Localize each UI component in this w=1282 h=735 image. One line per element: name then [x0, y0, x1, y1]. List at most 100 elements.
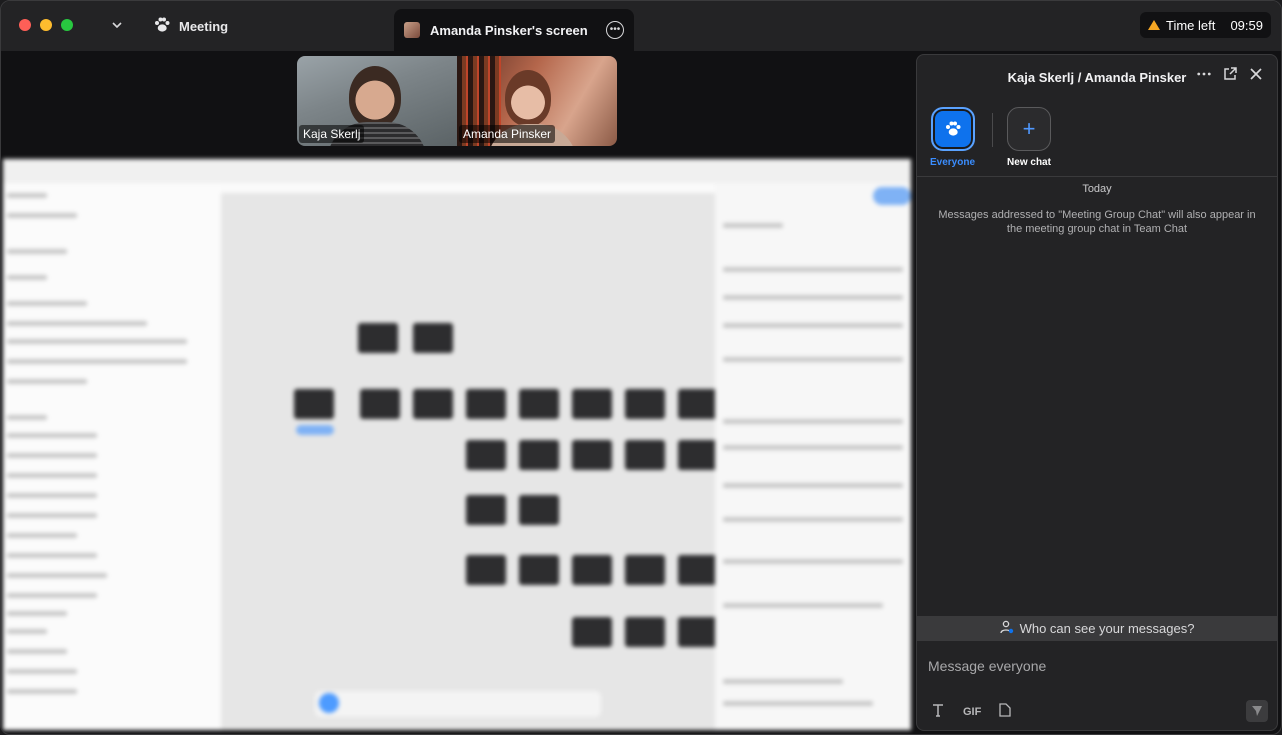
- blurred-frame: [413, 323, 453, 353]
- app-title: Meeting: [179, 18, 229, 34]
- blurred-line: [7, 649, 67, 654]
- minimize-window-button[interactable]: [40, 19, 52, 31]
- chat-notice: Messages addressed to "Meeting Group Cha…: [938, 209, 1256, 235]
- blurred-tool: [319, 693, 339, 713]
- participant-name: Kaja Skerlj: [299, 125, 365, 143]
- blurred-line: [7, 359, 187, 364]
- text-format-icon[interactable]: [931, 703, 945, 720]
- blurred-frame: [358, 323, 398, 353]
- participant-face: [349, 66, 401, 128]
- blurred-line: [7, 453, 97, 458]
- blurred-frame: [519, 555, 559, 585]
- blurred-line: [723, 323, 903, 328]
- fullscreen-window-button[interactable]: [61, 19, 73, 31]
- blurred-frame: [360, 389, 400, 419]
- blurred-line: [7, 433, 97, 438]
- blurred-frame: [572, 555, 612, 585]
- blurred-line: [7, 275, 47, 280]
- tab-title: Amanda Pinsker's screen: [430, 22, 588, 38]
- blurred-button: [873, 187, 911, 205]
- blurred-frame: [625, 617, 665, 647]
- blurred-line: [723, 701, 873, 706]
- chevron-down-icon[interactable]: [107, 15, 127, 35]
- blurred-line: [7, 629, 47, 634]
- blurred-line: [723, 295, 903, 300]
- shared-screen-view[interactable]: [3, 159, 911, 730]
- meeting-group-icon: [930, 107, 975, 151]
- blurred-line: [7, 513, 97, 518]
- blurred-frame: [678, 389, 718, 419]
- blurred-line: [7, 379, 87, 384]
- blurred-frame: [678, 440, 718, 470]
- time-left-label: Time left: [1166, 17, 1216, 33]
- blurred-line: [7, 321, 147, 326]
- blurred-line: [7, 669, 77, 674]
- meeting-paw-icon: [153, 17, 171, 36]
- blurred-line: [7, 689, 77, 694]
- who-can-see-button[interactable]: Who can see your messages?: [917, 616, 1277, 641]
- file-icon[interactable]: [999, 703, 1011, 720]
- recipient-new-chat[interactable]: + New chat: [1007, 107, 1051, 168]
- blurred-frame: [519, 389, 559, 419]
- blurred-frame: [466, 440, 506, 470]
- pop-out-icon[interactable]: [1223, 67, 1237, 81]
- blurred-line: [723, 419, 903, 424]
- shared-screen-canvas: [221, 193, 718, 730]
- blurred-frame: [466, 555, 506, 585]
- blurred-line: [723, 559, 903, 564]
- participant-name: Amanda Pinsker: [459, 125, 556, 143]
- time-left-badge: Time left 09:59: [1140, 12, 1271, 38]
- plus-icon: +: [1007, 107, 1051, 151]
- blurred-frame: [466, 495, 506, 525]
- recipient-label: New chat: [1007, 157, 1051, 168]
- tab-shared-screen[interactable]: Amanda Pinsker's screen •••: [394, 9, 634, 51]
- who-can-see-label: Who can see your messages?: [1019, 621, 1195, 636]
- blurred-line: [723, 679, 843, 684]
- person-icon: [999, 620, 1014, 637]
- shared-screen-bottom-toolbar: [315, 691, 601, 717]
- blurred-line: [7, 593, 97, 598]
- blurred-frame: [466, 389, 506, 419]
- blurred-selection: [296, 425, 334, 435]
- zoom-meeting-window: Meeting Amanda Pinsker's screen ••• Time…: [0, 0, 1282, 735]
- blurred-frame: [572, 440, 612, 470]
- presenter-avatar: [404, 22, 420, 38]
- close-icon[interactable]: [1249, 67, 1263, 81]
- warning-icon: [1148, 20, 1160, 30]
- blurred-frame: [678, 555, 718, 585]
- blurred-line: [7, 339, 187, 344]
- blurred-line: [723, 267, 903, 272]
- more-options-icon[interactable]: •••: [606, 21, 624, 39]
- send-icon: [1252, 706, 1262, 716]
- video-tile[interactable]: Kaja Skerlj: [297, 56, 457, 146]
- blurred-frame: [625, 389, 665, 419]
- video-tile[interactable]: Amanda Pinsker: [457, 56, 617, 146]
- time-left-value: 09:59: [1230, 17, 1263, 33]
- blurred-line: [7, 573, 107, 578]
- blurred-frame: [572, 617, 612, 647]
- blurred-frame: [519, 495, 559, 525]
- send-button[interactable]: [1246, 700, 1268, 722]
- meeting-menu[interactable]: Meeting: [153, 15, 228, 37]
- blurred-line: [7, 553, 97, 558]
- shared-screen-toolbar: [3, 159, 911, 183]
- blurred-line: [7, 193, 47, 198]
- blurred-line: [723, 483, 903, 488]
- more-icon[interactable]: [1197, 67, 1211, 81]
- blurred-line: [7, 249, 67, 254]
- blurred-frame: [625, 555, 665, 585]
- blurred-line: [7, 493, 97, 498]
- blurred-line: [723, 603, 883, 608]
- gif-button[interactable]: GIF: [963, 706, 981, 718]
- recipient-everyone[interactable]: Everyone: [930, 107, 975, 168]
- shared-screen-layers-panel: [3, 183, 221, 730]
- chat-header-actions: [1197, 67, 1263, 81]
- message-input[interactable]: [917, 641, 1277, 691]
- participant-face: [505, 70, 551, 126]
- close-window-button[interactable]: [19, 19, 31, 31]
- blurred-line: [723, 357, 903, 362]
- blurred-frame: [572, 389, 612, 419]
- divider: [917, 176, 1277, 177]
- blurred-line: [7, 301, 87, 306]
- chat-title: Kaja Skerlj / Amanda Pinsker: [1007, 69, 1187, 85]
